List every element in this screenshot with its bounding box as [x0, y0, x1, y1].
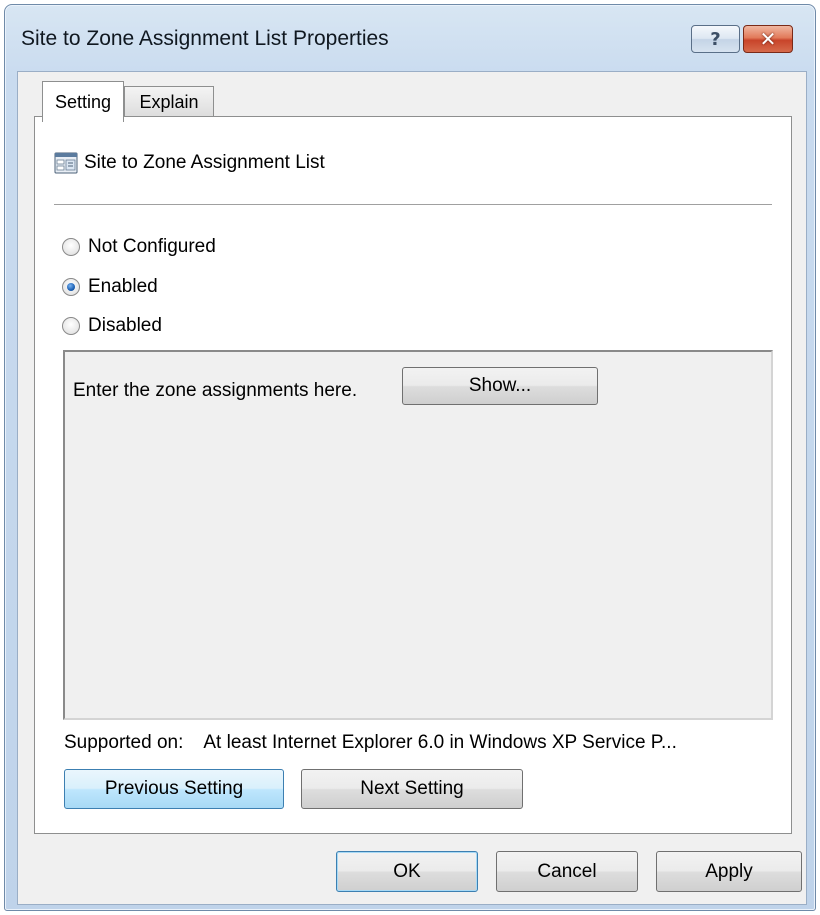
dialog-client-area: Setting Explain Site to Zone Assignment …	[17, 71, 807, 905]
radio-disabled[interactable]: Disabled	[62, 315, 162, 337]
policy-heading: Site to Zone Assignment List	[54, 152, 325, 174]
next-setting-button[interactable]: Next Setting	[301, 769, 523, 809]
help-icon: ?	[710, 28, 721, 50]
radio-enabled[interactable]: Enabled	[62, 276, 158, 298]
dialog-window: Site to Zone Assignment List Properties …	[4, 4, 816, 911]
close-button[interactable]: ✕	[743, 25, 793, 53]
apply-button[interactable]: Apply	[656, 851, 802, 892]
close-icon: ✕	[759, 27, 777, 51]
radio-not-configured[interactable]: Not Configured	[62, 236, 216, 258]
radio-label: Disabled	[88, 315, 162, 336]
radio-label: Not Configured	[88, 236, 216, 257]
radio-label: Enabled	[88, 276, 158, 297]
options-label: Enter the zone assignments here.	[73, 380, 358, 401]
tab-explain[interactable]: Explain	[124, 86, 214, 118]
separator	[54, 204, 772, 206]
show-button[interactable]: Show...	[402, 367, 598, 405]
ok-button[interactable]: OK	[336, 851, 478, 892]
help-button[interactable]: ?	[691, 25, 740, 53]
radio-button-checked[interactable]	[62, 278, 80, 296]
options-panel: Enter the zone assignments here. Show...	[63, 350, 773, 720]
policy-name: Site to Zone Assignment List	[84, 152, 325, 173]
policy-setting-icon	[54, 152, 78, 174]
radio-button[interactable]	[62, 317, 80, 335]
radio-button[interactable]	[62, 238, 80, 256]
supported-on-label: Supported on:	[64, 732, 184, 753]
window-title: Site to Zone Assignment List Properties	[21, 27, 389, 50]
cancel-button[interactable]: Cancel	[496, 851, 638, 892]
supported-on: Supported on: At least Internet Explorer…	[64, 732, 677, 754]
supported-on-value: At least Internet Explorer 6.0 in Window…	[203, 732, 677, 753]
tab-setting[interactable]: Setting	[42, 81, 124, 122]
previous-setting-button[interactable]: Previous Setting	[64, 769, 284, 809]
